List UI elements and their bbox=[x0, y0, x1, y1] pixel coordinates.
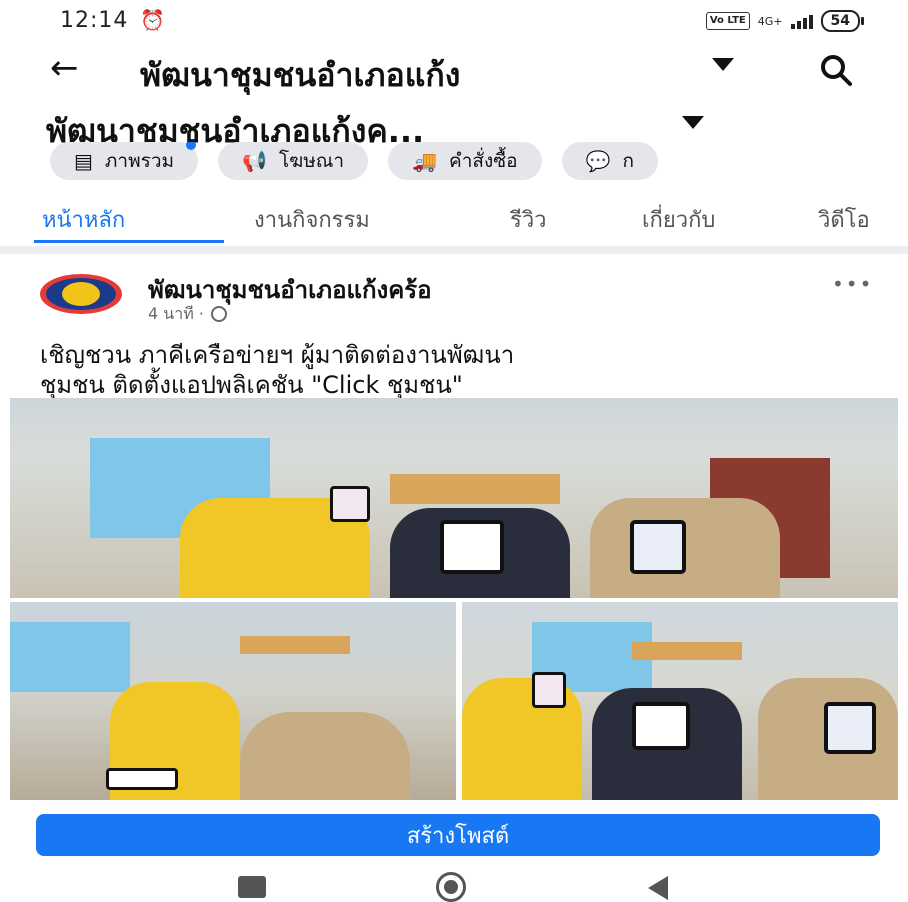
chip-orders-label: คำสั่งซื้อ bbox=[448, 150, 518, 172]
volte-badge: Vo LTE bbox=[705, 12, 750, 30]
photo-tablet-2 bbox=[630, 520, 686, 574]
truck-icon: 🚚 bbox=[412, 149, 437, 173]
overview-list-icon: ▤ bbox=[74, 149, 93, 173]
avatar[interactable] bbox=[40, 274, 122, 314]
battery-icon: 54 bbox=[820, 10, 865, 32]
app-bar-title: พัฒนาชุมชนอำเภอแก้ง bbox=[140, 56, 461, 94]
post-photo-3[interactable] bbox=[462, 602, 898, 800]
chip-ads-label: โฆษณา bbox=[278, 150, 345, 172]
more-dots-icon[interactable]: ••• bbox=[832, 272, 873, 296]
post-text: เชิญชวน ภาคีเครือข่ายฯ ผู้มาติดต่องานพัฒ… bbox=[40, 340, 880, 400]
section-divider bbox=[0, 246, 908, 254]
tab-reviews[interactable]: รีวิว bbox=[510, 202, 547, 237]
photo-person-uniform bbox=[240, 712, 410, 800]
chip-messages-label: ก bbox=[622, 150, 634, 172]
photo-tablet bbox=[632, 702, 690, 750]
search-icon[interactable] bbox=[818, 52, 854, 88]
network-type: 4G+ bbox=[757, 14, 783, 28]
post-text-line-2: ชุมชน ติดตั้งแอปพลิเคชัน "Click ชุมชน" bbox=[40, 371, 463, 399]
app-bar: ← พัฒนาชุมชนอำเภอแก้ง bbox=[0, 44, 908, 100]
system-nav-bar bbox=[0, 862, 908, 902]
post-photo-2[interactable] bbox=[10, 602, 456, 800]
create-post-button[interactable]: สร้างโพสต์ bbox=[36, 814, 880, 856]
status-time: 12:14 bbox=[60, 8, 129, 33]
tab-about[interactable]: เกี่ยวกับ bbox=[642, 202, 715, 237]
back-arrow-icon[interactable]: ← bbox=[50, 48, 79, 88]
page-name-caret-icon[interactable] bbox=[682, 116, 704, 129]
recents-square-icon[interactable] bbox=[238, 876, 266, 898]
photo-phone bbox=[532, 672, 566, 708]
photo-tablet bbox=[440, 520, 504, 574]
tab-events[interactable]: งานกิจกรรม bbox=[254, 202, 370, 237]
chip-orders[interactable]: 🚚 คำสั่งซื้อ bbox=[388, 142, 542, 180]
caret-down-icon[interactable] bbox=[712, 58, 734, 71]
post-text-line-1: เชิญชวน ภาคีเครือข่ายฯ ผู้มาติดต่องานพัฒ… bbox=[40, 341, 515, 369]
alarm-clock-icon: ⏰ bbox=[140, 8, 165, 32]
chip-ads[interactable]: 📢 โฆษณา bbox=[218, 142, 369, 180]
chip-messages[interactable]: 💬 ก bbox=[561, 142, 658, 180]
tab-home[interactable]: หน้าหลัก bbox=[42, 202, 125, 237]
home-circle-icon[interactable] bbox=[436, 872, 466, 902]
active-tab-indicator bbox=[34, 240, 224, 243]
back-triangle-icon[interactable] bbox=[648, 876, 668, 900]
post-header: พัฒนาชุมชนอำเภอแก้งคร้อ 4 นาที · ••• bbox=[0, 258, 908, 328]
action-chips: ▤ ภาพรวม 📢 โฆษณา 🚚 คำสั่งซื้อ 💬 ก bbox=[50, 142, 908, 182]
tab-videos[interactable]: วิดีโอ bbox=[818, 202, 870, 237]
page-tabs: หน้าหลัก งานกิจกรรม รีวิว เกี่ยวกับ วิดี… bbox=[0, 192, 908, 247]
photo-phone bbox=[330, 486, 370, 522]
photo-phone bbox=[106, 768, 178, 790]
status-indicators: Vo LTE 4G+ 54 bbox=[705, 10, 865, 32]
notification-dot bbox=[186, 142, 197, 150]
photo-window bbox=[10, 622, 130, 692]
photo-tablet-2 bbox=[824, 702, 876, 754]
megaphone-icon: 📢 bbox=[242, 149, 267, 173]
post-photo-1[interactable] bbox=[10, 398, 898, 598]
post-meta: 4 นาที · bbox=[148, 302, 227, 327]
signal-icon bbox=[790, 13, 813, 29]
status-bar: 12:14 ⏰ Vo LTE 4G+ 54 bbox=[0, 0, 908, 40]
chip-overview[interactable]: ▤ ภาพรวม bbox=[50, 142, 199, 180]
post-time: 4 นาที · bbox=[148, 304, 204, 323]
globe-icon bbox=[211, 306, 227, 322]
chat-bubbles-icon: 💬 bbox=[585, 149, 611, 173]
avatar-emblem bbox=[62, 282, 100, 306]
chip-overview-label: ภาพรวม bbox=[104, 150, 175, 172]
photo-poster bbox=[390, 474, 560, 504]
photo-poster bbox=[632, 642, 742, 660]
photo-poster bbox=[240, 636, 350, 654]
